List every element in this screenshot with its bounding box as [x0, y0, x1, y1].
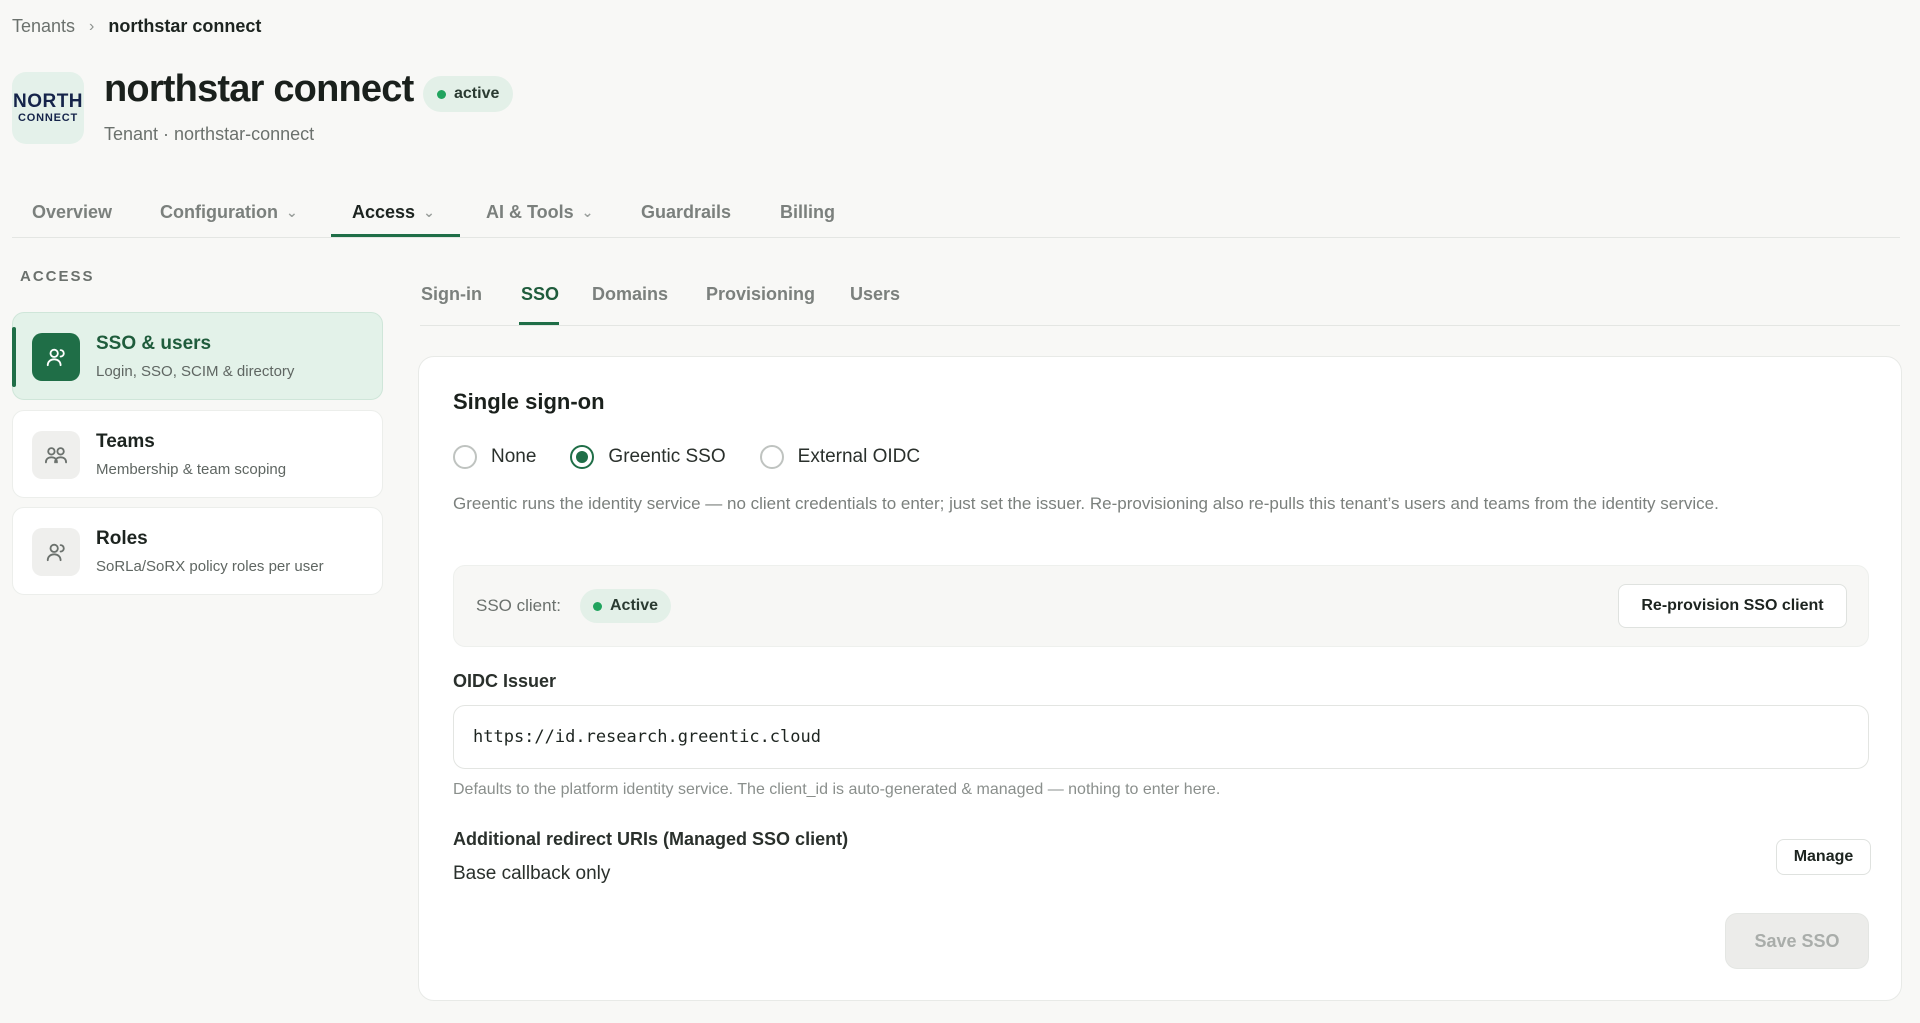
- sidebar-section-label: ACCESS: [20, 268, 95, 285]
- sidebar-item-description: SoRLa/SoRX policy roles per user: [96, 558, 324, 575]
- subtab-domains[interactable]: Domains: [592, 284, 668, 305]
- chevron-down-icon: ⌄: [285, 203, 298, 220]
- sso-client-label: SSO client:: [476, 596, 562, 615]
- tab-configuration-label: Configuration: [160, 201, 278, 222]
- tab-overview[interactable]: Overview: [32, 186, 112, 238]
- manage-redirects-button[interactable]: Manage: [1776, 839, 1871, 875]
- radio-external-oidc[interactable]: External OIDC: [759, 445, 921, 469]
- radio-none[interactable]: None: [453, 445, 536, 469]
- tenant-subtitle: Tenant · northstar-connect: [104, 124, 315, 144]
- redirect-uris-value: Base callback only: [453, 863, 611, 884]
- sso-help-text: Greentic runs the identity service — no …: [453, 494, 1719, 513]
- tab-guardrails[interactable]: Guardrails: [641, 186, 731, 238]
- tab-billing-label: Billing: [780, 201, 835, 222]
- tab-guardrails-label: Guardrails: [641, 201, 732, 222]
- sidebar-item-description: Login, SSO, SCIM & directory: [96, 363, 295, 380]
- tenant-status-text: active: [454, 85, 500, 102]
- oidc-issuer-help: Defaults to the platform identity servic…: [453, 781, 1221, 798]
- sso-panel: Single sign-on None Greentic SSO Externa…: [418, 356, 1902, 1001]
- subtab-sso[interactable]: SSO: [521, 284, 559, 305]
- radio-circle[interactable]: [570, 445, 595, 469]
- chevron-down-icon: ⌄: [423, 203, 435, 220]
- breadcrumb-separator-icon: ›: [89, 17, 95, 35]
- breadcrumb: Tenants › northstar connect: [12, 16, 261, 37]
- main-tabs: Overview Configuration ⌄ Access ⌄ AI & T…: [12, 186, 1900, 238]
- active-tab-indicator: [331, 234, 460, 237]
- sso-client-status-badge: Active: [580, 589, 672, 623]
- sidebar-item-description: Membership & team scoping: [96, 461, 287, 478]
- tab-access-label: Access: [352, 201, 416, 222]
- radio-label: None: [491, 446, 537, 467]
- reprovision-sso-button[interactable]: Re-provision SSO client: [1618, 584, 1847, 628]
- breadcrumb-current: northstar connect: [108, 16, 262, 36]
- tab-configuration[interactable]: Configuration ⌄: [160, 186, 298, 238]
- redirect-uris-label: Additional redirect URIs (Managed SSO cl…: [453, 829, 849, 849]
- tenant-status-badge: active: [423, 76, 514, 112]
- sidebar-item-title: Roles: [96, 528, 148, 549]
- radio-circle[interactable]: [453, 445, 477, 469]
- radio-label: Greentic SSO: [608, 446, 726, 467]
- tab-access[interactable]: Access ⌄: [352, 186, 435, 238]
- oidc-issuer-label: OIDC Issuer: [453, 671, 557, 691]
- oidc-issuer-input[interactable]: https://id.research.greentic.cloud: [453, 705, 1869, 769]
- tenant-logo-line2: CONNECT: [18, 112, 78, 124]
- sidebar-item-teams[interactable]: Teams Membership & team scoping: [12, 410, 383, 498]
- subtab-users[interactable]: Users: [850, 284, 900, 305]
- sidebar-item-title: SSO & users: [96, 333, 212, 354]
- users-icon: [32, 431, 80, 479]
- tab-ai-tools[interactable]: AI & Tools ⌄: [486, 186, 593, 238]
- radio-label: External OIDC: [797, 446, 921, 467]
- breadcrumb-tenants-link[interactable]: Tenants: [12, 16, 75, 37]
- active-indicator: [12, 327, 16, 387]
- chevron-down-icon: ⌄: [581, 203, 594, 220]
- sub-tabs: Sign-in SSO Domains Provisioning Users: [420, 274, 1900, 326]
- sidebar-item-sso-users[interactable]: SSO & users Login, SSO, SCIM & directory: [12, 312, 383, 400]
- tab-billing[interactable]: Billing: [780, 186, 835, 238]
- subtab-provisioning[interactable]: Provisioning: [706, 284, 815, 305]
- sso-client-box: SSO client: Active Re-provision SSO clie…: [453, 565, 1869, 647]
- active-subtab-indicator: [519, 322, 559, 325]
- tab-overview-label: Overview: [32, 201, 113, 222]
- subtab-sign-in[interactable]: Sign-in: [421, 284, 482, 305]
- panel-title: Single sign-on: [453, 389, 605, 414]
- page-title: northstar connect: [104, 68, 414, 110]
- sidebar-item-title: Teams: [96, 431, 155, 452]
- save-sso-button[interactable]: Save SSO: [1725, 913, 1869, 969]
- tab-ai-tools-label: AI & Tools: [486, 201, 574, 222]
- status-dot-icon: [593, 601, 602, 611]
- user-roles-icon: [32, 528, 80, 576]
- tenant-logo: NORTH CONNECT: [12, 72, 84, 144]
- radio-greentic-sso[interactable]: Greentic SSO: [570, 445, 726, 469]
- radio-circle[interactable]: [759, 445, 784, 469]
- sso-mode-radio-group: None Greentic SSO External OIDC: [453, 445, 954, 469]
- user-icon: [32, 333, 80, 381]
- sso-client-status-text: Active: [610, 597, 659, 614]
- tenant-logo-line1: NORTH: [12, 91, 84, 112]
- sidebar-item-roles[interactable]: Roles SoRLa/SoRX policy roles per user: [12, 507, 383, 595]
- status-dot-icon: [437, 89, 446, 99]
